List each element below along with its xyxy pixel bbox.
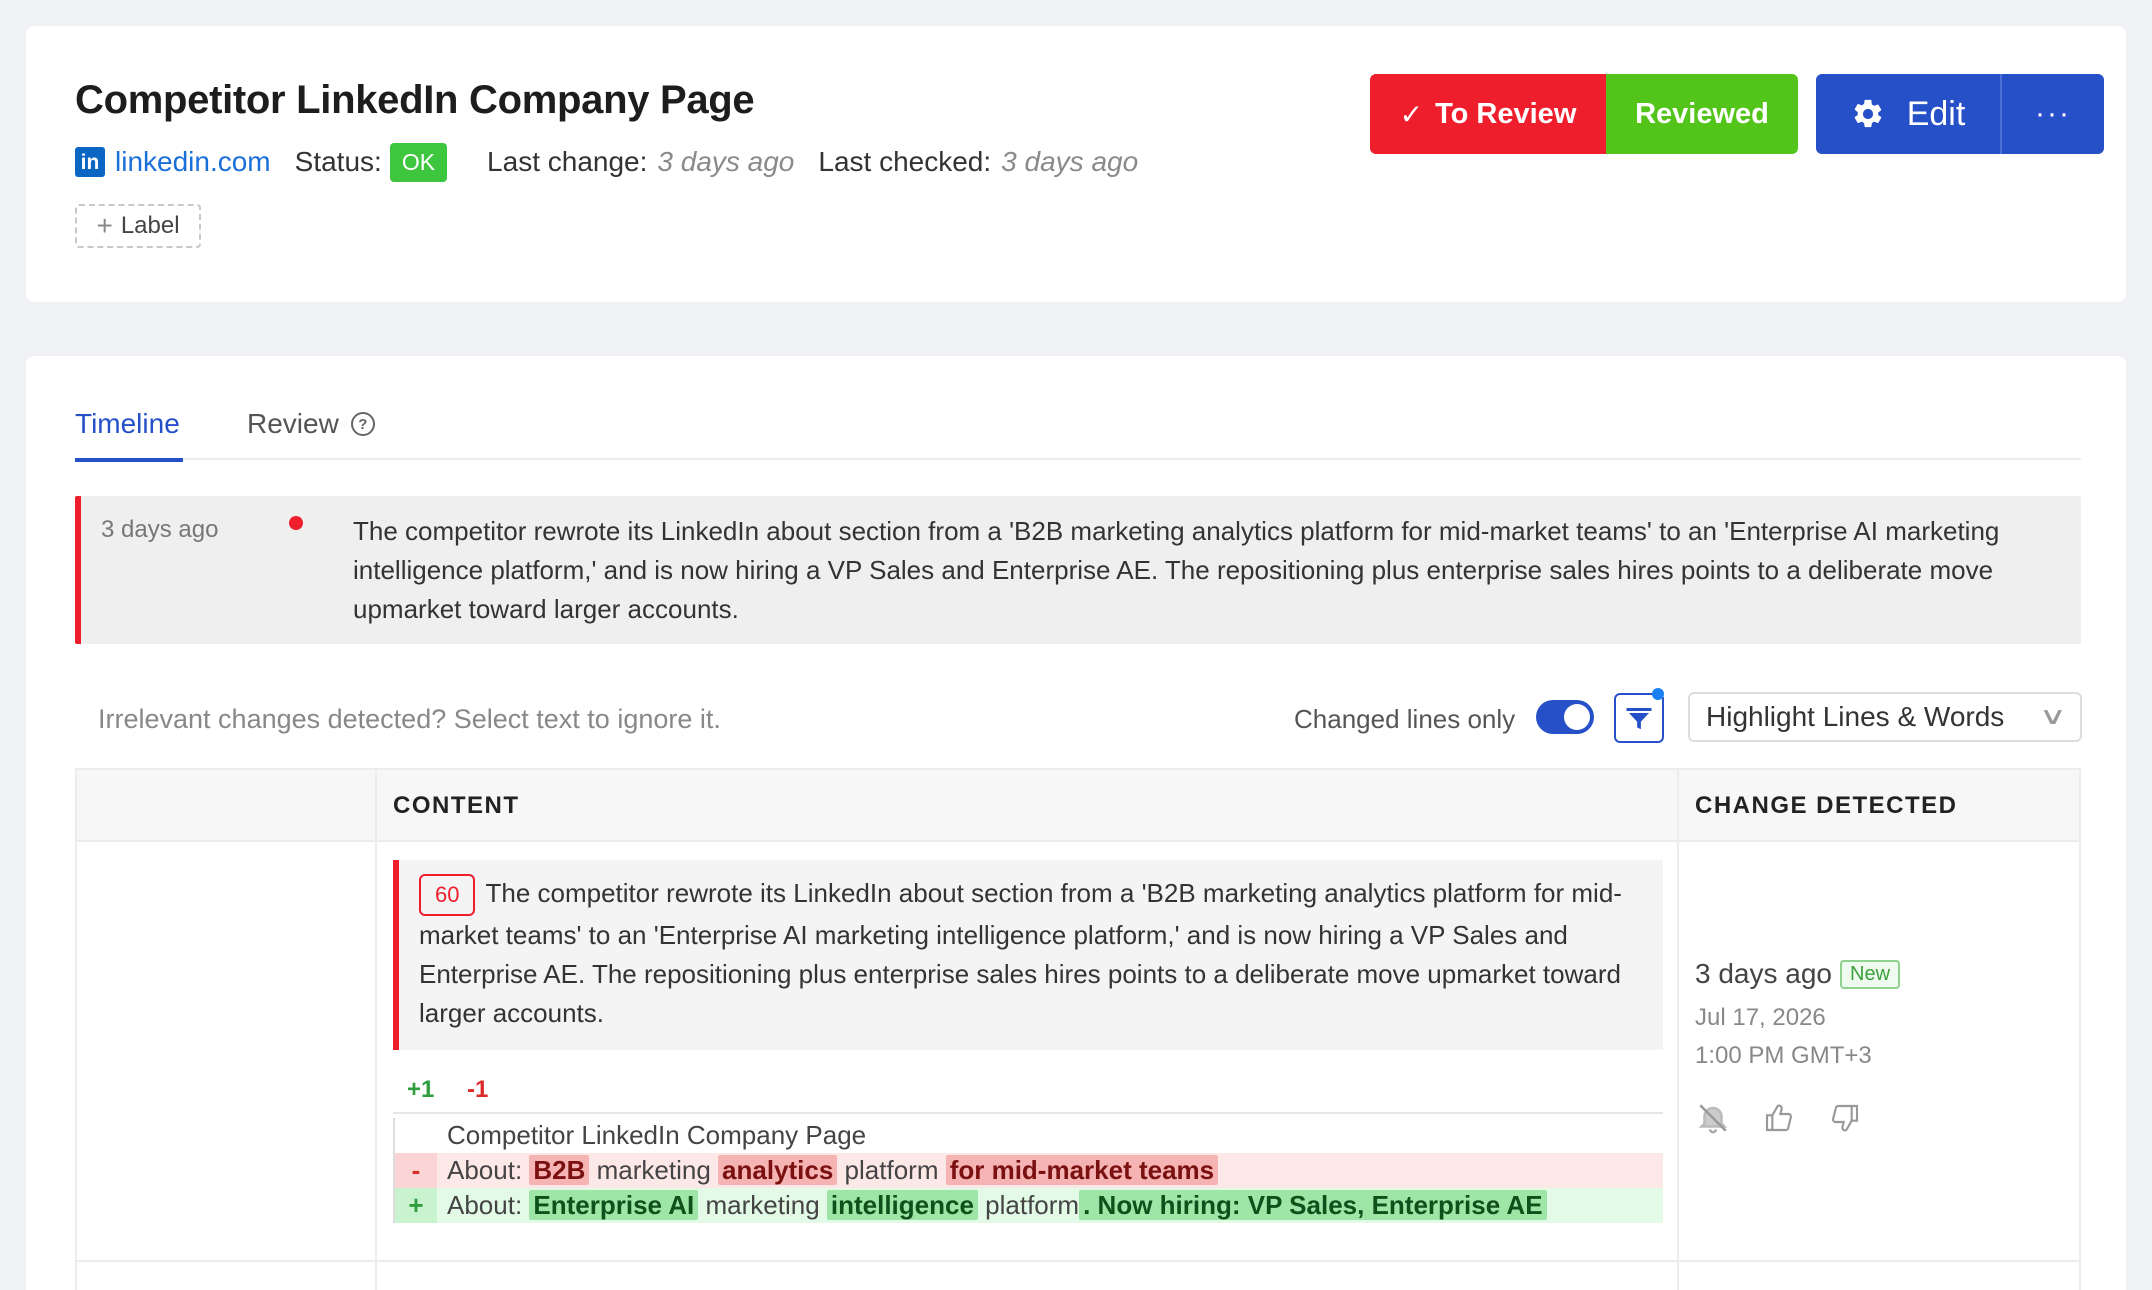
column-divider: [1677, 770, 1679, 1290]
gear-icon: [1854, 99, 1881, 128]
edit-button-group: Edit ···: [1816, 74, 2104, 154]
added-count: +1: [407, 1076, 435, 1103]
more-icon: ···: [2035, 97, 2071, 130]
plus-icon: +: [96, 210, 113, 241]
removed-word: platform: [837, 1155, 946, 1185]
diff-added-text: About: Enterprise AI marketing intellige…: [437, 1190, 1547, 1221]
diff-removed-marker: -: [393, 1153, 437, 1188]
removed-word-highlight: B2B: [529, 1155, 590, 1185]
added-word: marketing: [698, 1190, 827, 1220]
chevron-down-icon: ∨: [2039, 703, 2068, 730]
diff-line-removed: - About: B2B marketing analytics platfor…: [393, 1153, 1663, 1188]
changed-lines-toggle[interactable]: [1536, 700, 1594, 734]
ai-insight: 60 The competitor rewrote its LinkedIn ab…: [393, 860, 1663, 1050]
col-header-change: CHANGE DETECTED: [1695, 792, 1958, 819]
add-label-button[interactable]: + Label: [75, 204, 201, 248]
toggle-knob: [1564, 704, 1590, 730]
add-label-text: Label: [120, 212, 180, 239]
mute-bell-icon[interactable]: [1695, 1100, 1731, 1136]
to-review-label: To Review: [1435, 97, 1577, 130]
added-word-highlight: . Now hiring: VP Sales, Enterprise AE: [1079, 1190, 1547, 1220]
unread-dot-icon: [289, 516, 303, 530]
tab-timeline[interactable]: Timeline: [75, 408, 180, 440]
reviewed-button[interactable]: Reviewed: [1606, 74, 1798, 154]
filter-icon: [1626, 708, 1652, 730]
added-word-highlight: intelligence: [826, 1190, 978, 1220]
importance-score: 60: [419, 874, 476, 916]
change-ago-text: 3 days ago: [1695, 958, 1832, 989]
filter-button[interactable]: [1614, 693, 1664, 743]
check-icon: ✓: [1399, 98, 1424, 130]
linkedin-icon: in: [75, 147, 105, 177]
diff-line-added: + About: Enterprise AI marketing intelli…: [393, 1188, 1663, 1223]
thumbs-down-icon[interactable]: [1827, 1100, 1863, 1136]
last-change-value: 3 days ago: [657, 146, 795, 177]
filter-active-dot: [1652, 688, 1664, 700]
timeline-card: Timeline Review ? 3 days ago The competi…: [26, 356, 2126, 1290]
status-badge: OK: [389, 142, 448, 182]
last-checked-label: Last checked:: [818, 146, 992, 177]
insight-body: The competitor rewrote its LinkedIn abou…: [419, 878, 1622, 1028]
added-word: About:: [447, 1190, 530, 1220]
diff-removed-text: About: B2B marketing analytics platform …: [437, 1155, 1219, 1186]
ignore-hint: Irrelevant changes detected? Select text…: [98, 704, 721, 734]
new-badge: New: [1840, 959, 1901, 989]
diff-view[interactable]: Competitor LinkedIn Company Page - About…: [393, 1118, 1663, 1223]
added-word-highlight: Enterprise AI: [529, 1190, 699, 1220]
insight-text: 60 The competitor rewrote its LinkedIn ab…: [419, 874, 1639, 1033]
tab-review[interactable]: Review ?: [247, 408, 375, 440]
changed-lines-label: Changed lines only: [1294, 704, 1516, 734]
column-divider: [375, 770, 377, 1290]
diff-line-context: Competitor LinkedIn Company Page: [393, 1118, 1663, 1153]
col-header-content: CONTENT: [393, 792, 520, 819]
removed-word: marketing: [589, 1155, 719, 1185]
edit-label: Edit: [1906, 94, 1966, 133]
removed-word-highlight: for mid-market teams: [945, 1155, 1219, 1185]
removed-word: About:: [447, 1155, 530, 1185]
change-detected-ago: 3 days ago New: [1695, 958, 1901, 990]
page-title: Competitor LinkedIn Company Page: [75, 78, 755, 122]
monitor-header-card: Competitor LinkedIn Company Page in link…: [26, 26, 2126, 302]
change-time: 1:00 PM GMT+3: [1695, 1042, 1872, 1069]
last-checked-value: 3 days ago: [1001, 146, 1139, 177]
status-label: Status:: [294, 146, 382, 177]
removed-word-highlight: analytics: [718, 1155, 838, 1185]
tab-review-label: Review: [247, 408, 339, 439]
diff-gutter: [393, 1118, 437, 1153]
row-divider: [77, 1260, 2079, 1262]
diff-added-marker: +: [393, 1188, 437, 1223]
more-options-button[interactable]: ···: [2000, 74, 2104, 154]
table-header: CONTENT CHANGE DETECTED: [77, 770, 2079, 842]
edit-button[interactable]: Edit: [1816, 74, 2000, 154]
removed-count: -1: [467, 1076, 489, 1103]
review-state-toggle: ✓ To Review Reviewed: [1370, 74, 1798, 154]
to-review-button[interactable]: ✓ To Review: [1370, 74, 1606, 154]
thumbs-up-icon[interactable]: [1761, 1100, 1797, 1136]
diff-counts: +1 -1: [407, 1076, 488, 1104]
help-icon[interactable]: ?: [350, 412, 375, 436]
change-date: Jul 17, 2026: [1695, 1004, 1826, 1031]
added-word: platform: [977, 1190, 1080, 1220]
diff-context-text: Competitor LinkedIn Company Page: [447, 1120, 867, 1150]
tab-bar: Timeline Review ?: [75, 380, 2081, 462]
highlight-mode-value: Highlight Lines & Words: [1706, 701, 2005, 732]
summary-text: The competitor rewrote its LinkedIn abou…: [353, 516, 2000, 624]
meta-row: in linkedin.com Status: OK Last change: …: [75, 140, 1162, 184]
active-tab-indicator: [75, 458, 183, 462]
last-change-label: Last change:: [487, 146, 648, 177]
change-summary[interactable]: 3 days ago The competitor rewrote its Li…: [75, 496, 2081, 644]
diff-divider: [393, 1112, 1663, 1114]
summary-time: 3 days ago: [101, 516, 219, 543]
highlight-mode-select[interactable]: Highlight Lines & Words ∨: [1688, 692, 2082, 742]
site-link[interactable]: linkedin.com: [115, 146, 271, 178]
changes-table: CONTENT CHANGE DETECTED 60 The competitor…: [75, 768, 2081, 1290]
change-actions: [1695, 1100, 1863, 1136]
